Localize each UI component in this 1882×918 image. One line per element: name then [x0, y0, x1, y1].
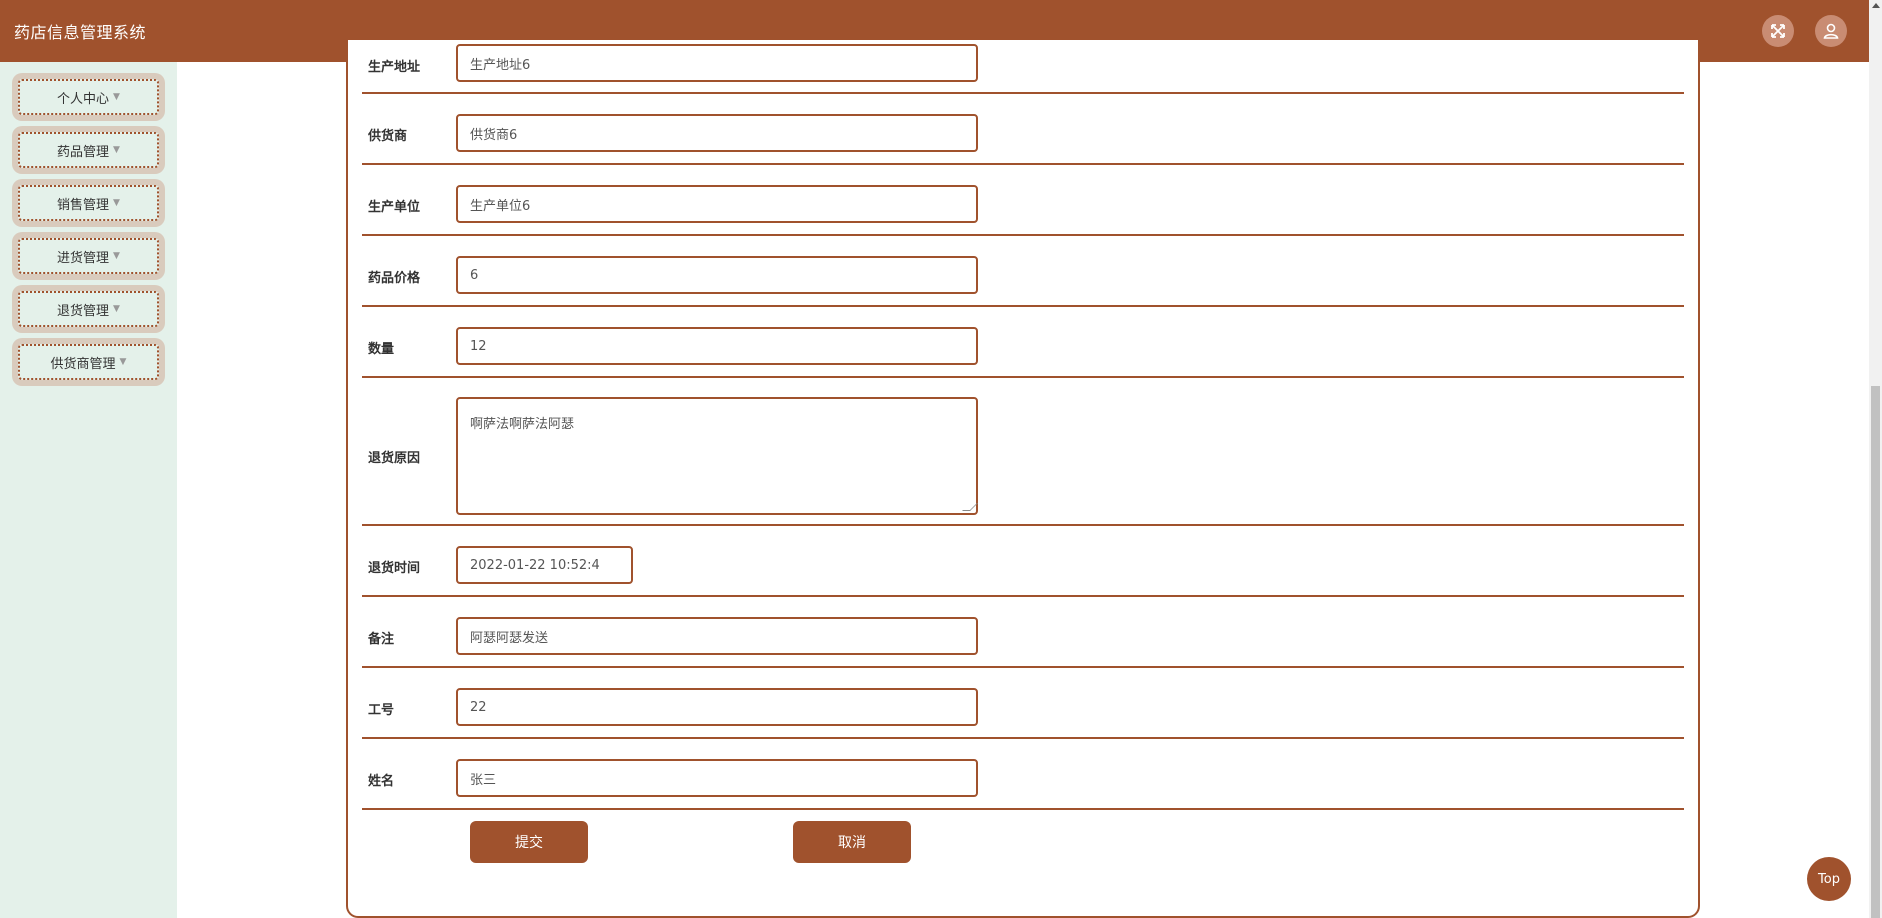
fullscreen-icon[interactable] — [1762, 15, 1794, 47]
remark-input[interactable]: 阿瑟阿瑟发送 — [456, 617, 978, 655]
sidebar-item-sales-management[interactable]: 销售管理 ▼ — [12, 179, 165, 227]
sidebar-item-label: 销售管理 — [57, 197, 110, 213]
form-row-employee-id: 工号 22 — [362, 668, 1684, 739]
return-reason-textarea[interactable]: 啊萨法啊萨法阿瑟 — [456, 397, 978, 515]
sidebar-item-supplier-management[interactable]: 供货商管理 ▼ — [12, 338, 165, 386]
sidebar-item-return-management[interactable]: 退货管理 ▼ — [12, 285, 165, 333]
caret-down-icon: ▼ — [113, 198, 120, 208]
sidebar: 个人中心 ▼ 药品管理 ▼ 销售管理 ▼ 进货管理 ▼ 退货管理 ▼ 供货商管理 ▼ — [0, 62, 177, 918]
sidebar-item-label: 药品管理 — [57, 144, 110, 160]
app-title: 药店信息管理系统 — [14, 23, 147, 42]
supplier-input[interactable]: 供货商6 — [456, 114, 978, 152]
field-label: 生产地址 — [368, 60, 421, 75]
form-row-name: 姓名 张三 — [362, 739, 1684, 810]
manufacturer-input[interactable]: 生产单位6 — [456, 185, 978, 223]
sidebar-item-label: 供货商管理 — [50, 356, 116, 372]
quantity-input[interactable]: 12 — [456, 327, 978, 365]
sidebar-item-personal-center[interactable]: 个人中心 ▼ — [12, 73, 165, 121]
submit-button[interactable]: 提交 — [470, 821, 588, 863]
field-label: 生产单位 — [368, 200, 421, 215]
production-address-input[interactable]: 生产地址6 — [456, 44, 978, 82]
field-label: 供货商 — [368, 129, 408, 144]
field-label: 退货时间 — [368, 561, 421, 576]
caret-down-icon: ▼ — [119, 357, 127, 367]
field-label: 备注 — [368, 632, 395, 647]
sidebar-item-label: 进货管理 — [57, 250, 110, 266]
form-row-quantity: 数量 12 — [362, 307, 1684, 378]
return-reason-text: 啊萨法啊萨法阿瑟 — [470, 417, 575, 432]
employee-id-input[interactable]: 22 — [456, 688, 978, 726]
caret-down-icon: ▼ — [113, 304, 120, 314]
sidebar-item-label: 个人中心 — [57, 91, 110, 107]
field-label: 药品价格 — [368, 271, 421, 286]
drug-price-input[interactable]: 6 — [456, 256, 978, 294]
form-row-manufacturer: 生产单位 生产单位6 — [362, 165, 1684, 236]
scrollbar-thumb[interactable] — [1871, 386, 1880, 918]
user-icon[interactable] — [1815, 15, 1847, 47]
name-input[interactable]: 张三 — [456, 759, 978, 797]
form-row-drug-price: 药品价格 6 — [362, 236, 1684, 307]
form-row-supplier: 供货商 供货商6 — [362, 94, 1684, 165]
form-row-return-time: 退货时间 2022-01-22 10:52:4 — [362, 526, 1684, 597]
caret-down-icon: ▼ — [113, 251, 120, 261]
caret-down-icon: ▼ — [113, 92, 120, 102]
field-label: 数量 — [368, 342, 395, 357]
field-label: 姓名 — [368, 774, 395, 789]
app-root: 药店信息管理系统 个人中心 ▼ 药品管理 ▼ 销售管理 ▼ 进货管理 ▼ 退货管… — [0, 0, 1882, 918]
resize-handle-icon[interactable] — [962, 503, 978, 511]
sidebar-item-drug-management[interactable]: 药品管理 ▼ — [12, 126, 165, 174]
field-label: 退货原因 — [368, 451, 421, 466]
back-to-top-button[interactable]: Top — [1807, 857, 1851, 901]
caret-down-icon: ▼ — [113, 145, 120, 155]
return-time-input[interactable]: 2022-01-22 10:52:4 — [456, 546, 633, 584]
form-row-remark: 备注 阿瑟阿瑟发送 — [362, 597, 1684, 668]
sidebar-item-label: 退货管理 — [57, 303, 110, 319]
sidebar-item-purchase-management[interactable]: 进货管理 ▼ — [12, 232, 165, 280]
scroll-up-arrow-icon[interactable] — [1872, 3, 1880, 8]
form-row-production-address: 生产地址 生产地址6 — [362, 44, 1684, 94]
field-label: 工号 — [368, 703, 395, 718]
page-scrollbar[interactable] — [1869, 0, 1882, 918]
form-row-return-reason: 退货原因 啊萨法啊萨法阿瑟 — [362, 378, 1684, 526]
cancel-button[interactable]: 取消 — [793, 821, 911, 863]
